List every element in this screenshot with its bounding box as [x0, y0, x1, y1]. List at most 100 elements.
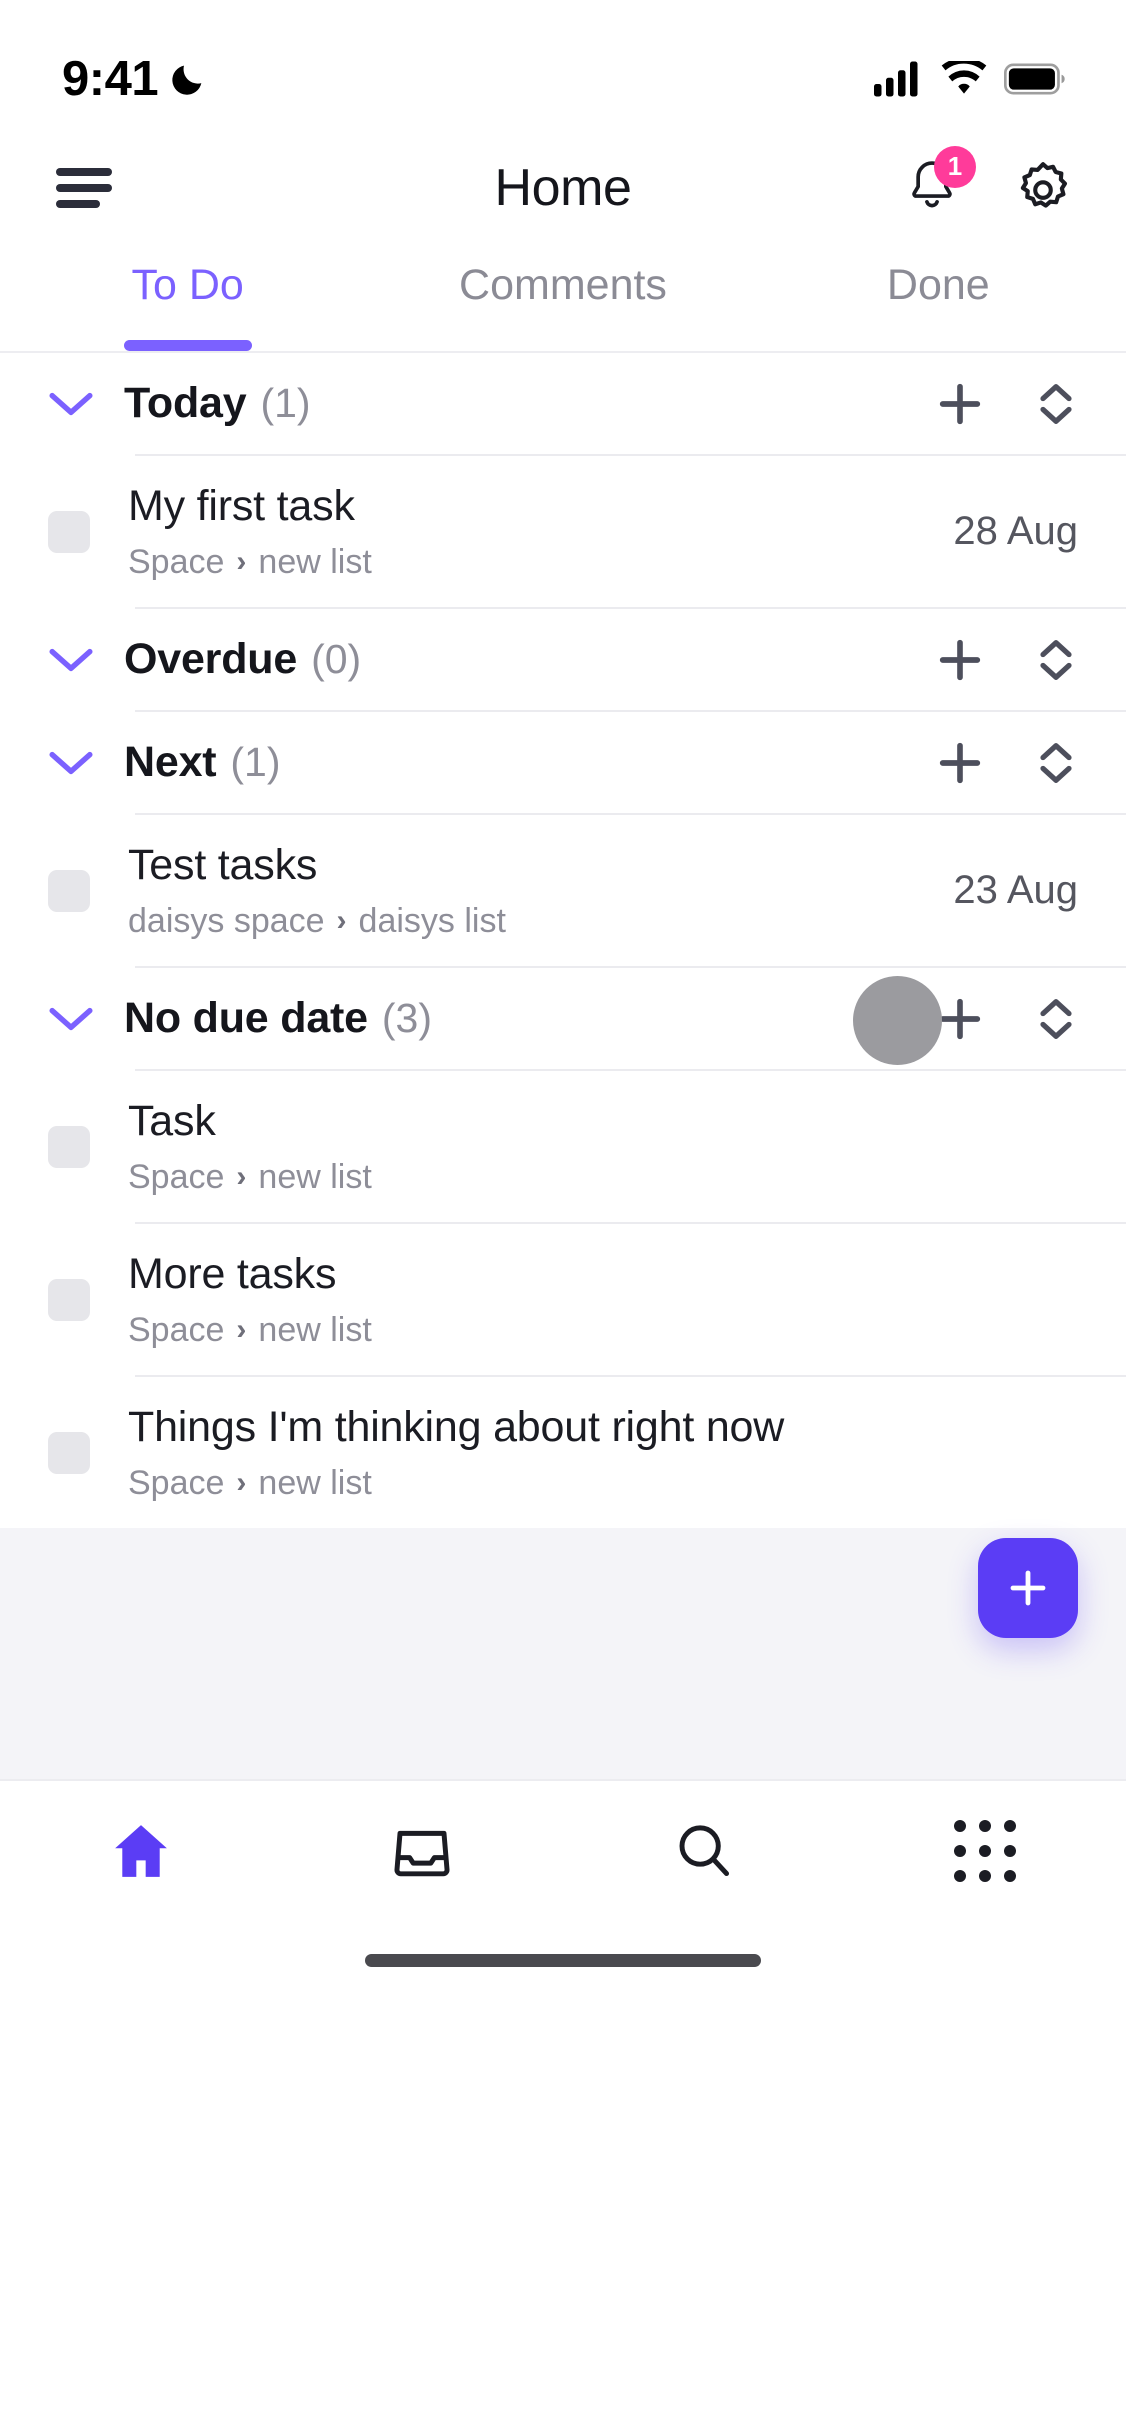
- sort-button-next[interactable]: [1034, 737, 1078, 789]
- sort-button-no-due-date[interactable]: [1034, 993, 1078, 1045]
- chevron-down-icon: [49, 751, 93, 774]
- task-breadcrumb: daisys space › daisys list: [128, 902, 927, 941]
- add-task-button-overdue[interactable]: [934, 634, 986, 686]
- task-checkbox-icon[interactable]: [48, 1125, 90, 1168]
- battery-full-icon: [1004, 63, 1065, 95]
- header-actions: 1: [904, 145, 1074, 219]
- section-title-today: Today: [124, 379, 247, 427]
- section-actions-no-due-date: [934, 993, 1078, 1045]
- task-checkbox-icon[interactable]: [48, 510, 90, 553]
- chevron-right-icon: ›: [236, 1313, 247, 1346]
- chevron-down-icon: [49, 392, 93, 415]
- settings-button[interactable]: [1012, 157, 1074, 219]
- task-content: My first task Space › new list: [128, 482, 927, 582]
- task-row[interactable]: Task Space › new list: [0, 1071, 1126, 1222]
- task-breadcrumb: Space › new list: [128, 1311, 1052, 1350]
- home-indicator-area: [0, 1921, 1126, 1999]
- tab-to-do-label: To Do: [131, 261, 244, 309]
- chevron-down-icon: [49, 1007, 93, 1030]
- chevron-right-icon: ›: [236, 1160, 247, 1193]
- plus-icon: [1010, 1570, 1046, 1606]
- task-row[interactable]: Things I'm thinking about right now Spac…: [0, 1377, 1126, 1528]
- task-checkbox-icon[interactable]: [48, 1431, 90, 1474]
- collapse-toggle-overdue[interactable]: [48, 645, 110, 675]
- tab-to-do[interactable]: To Do: [0, 245, 375, 351]
- status-bar: 9:41: [0, 0, 1126, 130]
- sort-button-today[interactable]: [1034, 378, 1078, 430]
- nav-item-inbox[interactable]: [282, 1818, 564, 1884]
- section-count-no-due-date: (3): [381, 995, 432, 1041]
- wifi-icon: [941, 61, 987, 94]
- list-footer-area: [0, 1528, 1126, 1781]
- task-row[interactable]: My first task Space › new list 28 Aug: [0, 456, 1126, 607]
- collapse-toggle-next[interactable]: [48, 748, 110, 778]
- breadcrumb-list: new list: [258, 1463, 372, 1502]
- nav-item-apps[interactable]: [845, 1820, 1126, 1882]
- task-breadcrumb: Space › new list: [128, 1158, 1052, 1197]
- chevron-up-down-sort-icon: [1040, 742, 1072, 783]
- section-actions-next: [934, 737, 1078, 789]
- sort-button-overdue[interactable]: [1034, 634, 1078, 686]
- add-task-button-today[interactable]: [934, 378, 986, 430]
- plus-icon: [939, 742, 981, 783]
- section-header-today[interactable]: Today (1): [0, 353, 1126, 454]
- plus-icon: [939, 639, 981, 680]
- section-title-next: Next: [124, 738, 217, 786]
- chevron-right-icon: ›: [236, 545, 247, 578]
- status-bar-time: 9:41: [62, 52, 159, 106]
- section-actions-today: [934, 378, 1078, 430]
- home-indicator[interactable]: [365, 1953, 761, 1967]
- section-header-no-due-date[interactable]: No due date (3): [0, 968, 1126, 1069]
- breadcrumb-space: Space: [128, 1463, 225, 1502]
- chevron-up-down-sort-icon: [1040, 639, 1072, 680]
- add-task-button-next[interactable]: [934, 737, 986, 789]
- search-icon: [679, 1825, 729, 1877]
- bottom-navigation-bar: [0, 1781, 1126, 1921]
- collapse-toggle-today[interactable]: [48, 389, 110, 419]
- task-content: Things I'm thinking about right now Spac…: [128, 1403, 1052, 1503]
- section-header-overdue[interactable]: Overdue (0): [0, 609, 1126, 710]
- app-header: Home 1: [0, 130, 1126, 245]
- tab-bar: To Do Comments Done: [0, 245, 1126, 353]
- moon-icon: [172, 65, 202, 95]
- create-task-fab[interactable]: [978, 1538, 1078, 1638]
- tab-done[interactable]: Done: [751, 245, 1126, 351]
- status-bar-right: [874, 61, 1066, 97]
- breadcrumb-list: new list: [258, 1157, 372, 1196]
- task-title: Test tasks: [128, 840, 318, 889]
- section-actions-overdue: [934, 634, 1078, 686]
- section-title-no-due-date: No due date: [124, 994, 368, 1042]
- tab-comments[interactable]: Comments: [375, 245, 750, 351]
- task-row[interactable]: More tasks Space › new list: [0, 1224, 1126, 1375]
- task-breadcrumb: Space › new list: [128, 1464, 1052, 1503]
- task-checkbox-icon[interactable]: [48, 869, 90, 912]
- tab-comments-label: Comments: [459, 261, 667, 309]
- breadcrumb-space: Space: [128, 1310, 225, 1349]
- section-count-today: (1): [260, 380, 311, 426]
- tab-active-underline: [123, 340, 252, 351]
- nav-item-home[interactable]: [0, 1818, 282, 1884]
- nav-item-search[interactable]: [563, 1818, 845, 1884]
- notifications-button[interactable]: 1: [904, 145, 976, 218]
- task-list: Today (1) My first task Space › new list…: [0, 353, 1126, 1528]
- task-row[interactable]: Test tasks daisys space › daisys list 23…: [0, 815, 1126, 966]
- task-content: Test tasks daisys space › daisys list: [128, 841, 927, 941]
- apps-grid-icon: [954, 1820, 1017, 1882]
- section-header-next[interactable]: Next (1): [0, 712, 1126, 813]
- home-icon: [114, 1825, 167, 1877]
- task-title: Task: [128, 1096, 216, 1145]
- task-checkbox-icon[interactable]: [48, 1278, 90, 1321]
- task-due-date: 23 Aug: [953, 868, 1078, 912]
- breadcrumb-list: daisys list: [358, 901, 506, 940]
- collapse-toggle-no-due-date[interactable]: [48, 1004, 110, 1034]
- breadcrumb-space: Space: [128, 1157, 225, 1196]
- breadcrumb-list: new list: [258, 542, 372, 581]
- cellular-signal-icon: [874, 61, 918, 97]
- task-breadcrumb: Space › new list: [128, 543, 927, 582]
- task-title: Things I'm thinking about right now: [128, 1402, 785, 1451]
- chevron-right-icon: ›: [336, 904, 347, 937]
- section-title-overdue: Overdue: [124, 635, 298, 683]
- inbox-tray-icon: [394, 1830, 450, 1877]
- task-due-date: 28 Aug: [953, 509, 1078, 553]
- add-task-button-no-due-date[interactable]: [934, 993, 986, 1045]
